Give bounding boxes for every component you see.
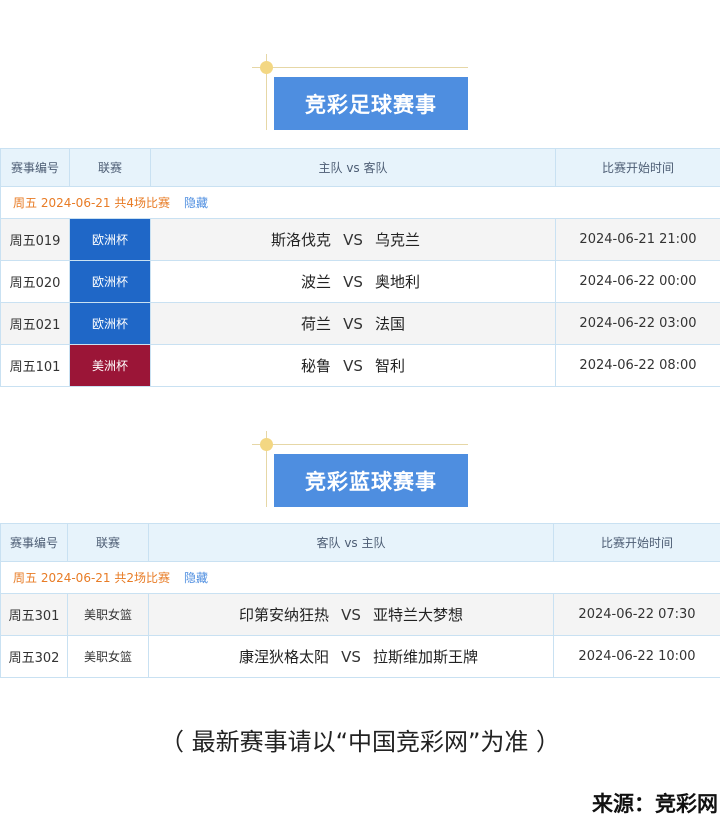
start-time: 2024-06-22 10:00 [553, 635, 720, 678]
home-team: 斯洛伐克 [270, 231, 331, 249]
home-team: 荷兰 [300, 315, 331, 333]
vs-label: VS [343, 231, 363, 249]
date-summary-row: 周五 2024-06-21 共2场比赛 隐藏 [0, 561, 720, 594]
away-team: 康涅狄格太阳 [238, 648, 329, 666]
league-badge[interactable]: 欧洲杯 [69, 218, 151, 261]
date-summary-text: 周五 2024-06-21 共4场比赛 [13, 196, 171, 210]
teams-cell: 荷兰 VS 法国 [150, 302, 556, 345]
decor-line [252, 444, 468, 445]
teams-cell: 斯洛伐克 VS 乌克兰 [150, 218, 556, 261]
home-team: 秘鲁 [300, 357, 331, 375]
vs-label: VS [343, 315, 363, 333]
match-id: 周五021 [0, 302, 70, 345]
table-row: 周五101 美洲杯 秘鲁 VS 智利 2024-06-22 08:00 [0, 344, 720, 387]
basketball-match-table: 赛事编号 联赛 客队 vs 主队 比赛开始时间 周五 2024-06-21 共2… [0, 523, 720, 678]
source-credit: 来源：竞彩网 [592, 792, 718, 816]
header-start-time: 比赛开始时间 [555, 148, 720, 187]
header-league: 联赛 [69, 148, 151, 187]
league-badge[interactable]: 欧洲杯 [69, 260, 151, 303]
league-badge[interactable]: 美职女篮 [67, 635, 149, 678]
match-id: 周五301 [0, 593, 68, 636]
decor-dot [260, 438, 273, 451]
match-id: 周五019 [0, 218, 70, 261]
header-match-id: 赛事编号 [0, 148, 70, 187]
match-id: 周五020 [0, 260, 70, 303]
decor-line [252, 67, 468, 68]
hide-link[interactable]: 隐藏 [184, 571, 208, 585]
league-badge[interactable]: 欧洲杯 [69, 302, 151, 345]
table-row: 周五019 欧洲杯 斯洛伐克 VS 乌克兰 2024-06-21 21:00 [0, 218, 720, 261]
basketball-section-header: 竞彩蓝球赛事 [252, 431, 468, 511]
teams-cell: 印第安纳狂热 VS 亚特兰大梦想 [148, 593, 554, 636]
date-summary-text: 周五 2024-06-21 共2场比赛 [13, 571, 171, 585]
header-start-time: 比赛开始时间 [553, 523, 720, 562]
teams-cell: 康涅狄格太阳 VS 拉斯维加斯王牌 [148, 635, 554, 678]
table-row: 周五021 欧洲杯 荷兰 VS 法国 2024-06-22 03:00 [0, 302, 720, 345]
header-league: 联赛 [67, 523, 149, 562]
league-badge[interactable]: 美职女篮 [67, 593, 149, 636]
table-row: 周五301 美职女篮 印第安纳狂热 VS 亚特兰大梦想 2024-06-22 07:… [0, 593, 720, 636]
basketball-section-title: 竞彩蓝球赛事 [274, 454, 468, 507]
teams-cell: 秘鲁 VS 智利 [150, 344, 556, 387]
table-header-row: 赛事编号 联赛 主队 vs 客队 比赛开始时间 [0, 148, 720, 187]
league-badge[interactable]: 美洲杯 [69, 344, 151, 387]
date-summary-row: 周五 2024-06-21 共4场比赛 隐藏 [0, 186, 720, 219]
hide-link[interactable]: 隐藏 [184, 196, 208, 210]
disclaimer-note: （ 最新赛事请以“中国竞彩网”为准 ） [159, 728, 561, 756]
start-time: 2024-06-21 21:00 [555, 218, 720, 261]
vs-label: VS [343, 273, 363, 291]
vs-label: VS [343, 357, 363, 375]
football-section-title: 竞彩足球赛事 [274, 77, 468, 130]
header-teams: 主队 vs 客队 [150, 148, 556, 187]
header-teams: 客队 vs 主队 [148, 523, 554, 562]
away-team: 印第安纳狂热 [238, 606, 329, 624]
start-time: 2024-06-22 03:00 [555, 302, 720, 345]
match-id: 周五101 [0, 344, 70, 387]
date-summary: 周五 2024-06-21 共2场比赛 隐藏 [0, 561, 720, 594]
start-time: 2024-06-22 07:30 [553, 593, 720, 636]
away-team: 智利 [375, 357, 406, 375]
table-header-row: 赛事编号 联赛 客队 vs 主队 比赛开始时间 [0, 523, 720, 562]
decor-dot [260, 61, 273, 74]
away-team: 法国 [375, 315, 406, 333]
teams-cell: 波兰 VS 奥地利 [150, 260, 556, 303]
away-team: 奥地利 [375, 273, 421, 291]
date-summary: 周五 2024-06-21 共4场比赛 隐藏 [0, 186, 720, 219]
start-time: 2024-06-22 08:00 [555, 344, 720, 387]
match-id: 周五302 [0, 635, 68, 678]
football-match-table: 赛事编号 联赛 主队 vs 客队 比赛开始时间 周五 2024-06-21 共4… [0, 148, 720, 387]
away-team: 乌克兰 [375, 231, 421, 249]
table-row: 周五302 美职女篮 康涅狄格太阳 VS 拉斯维加斯王牌 2024-06-22 10… [0, 635, 720, 678]
home-team: 亚特兰大梦想 [373, 606, 464, 624]
home-team: 波兰 [300, 273, 331, 291]
vs-label: VS [341, 606, 361, 624]
header-match-id: 赛事编号 [0, 523, 68, 562]
table-row: 周五020 欧洲杯 波兰 VS 奥地利 2024-06-22 00:00 [0, 260, 720, 303]
home-team: 拉斯维加斯王牌 [373, 648, 479, 666]
vs-label: VS [341, 648, 361, 666]
start-time: 2024-06-22 00:00 [555, 260, 720, 303]
football-section-header: 竞彩足球赛事 [252, 54, 468, 134]
